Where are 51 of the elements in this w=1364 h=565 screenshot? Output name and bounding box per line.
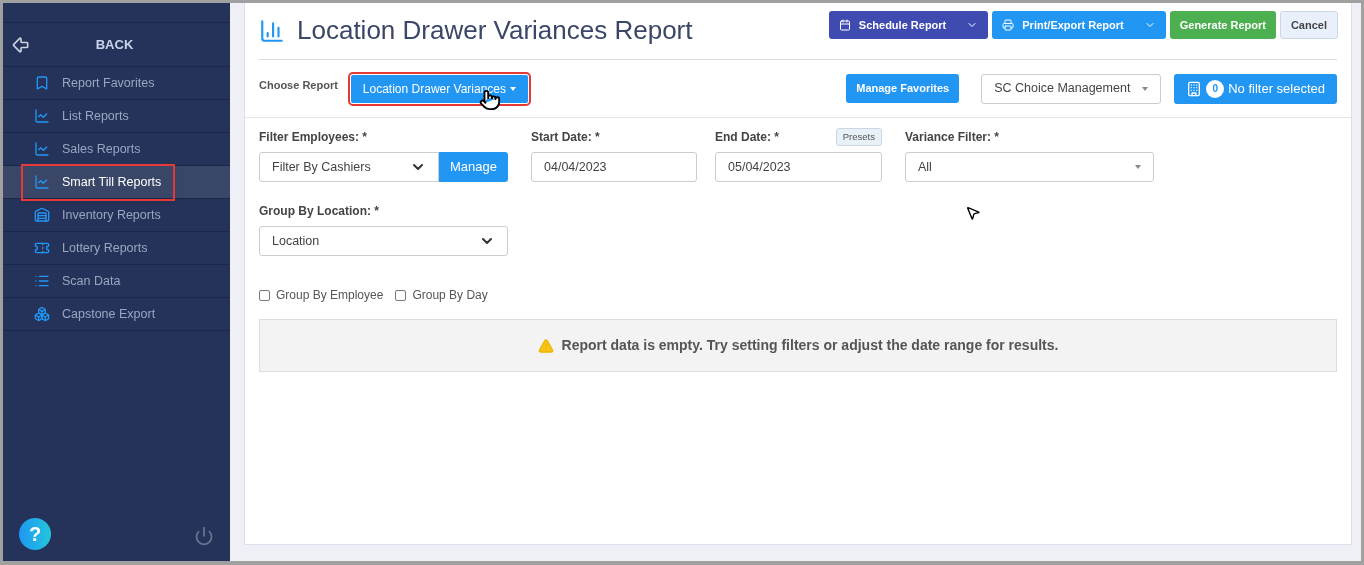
calendar-icon <box>838 19 851 31</box>
select-field[interactable]: SC Choice Management <box>981 73 1162 104</box>
sidebar-item[interactable]: Smart Till Reports <box>3 166 230 199</box>
choose-report-label: Choose Report <box>259 78 338 94</box>
checkbox-label: Group By Employee <box>276 287 384 304</box>
arrow-cursor-icon <box>965 205 981 221</box>
report-dropdown-button[interactable]: Location Drawer Variances <box>350 74 529 103</box>
sidebar-item[interactable]: Inventory Reports <box>3 199 230 232</box>
input-field[interactable]: 04/04/2023 <box>531 152 697 182</box>
notice-text: Report data is empty. Try setting filters or adjust the date range for results. <box>561 336 1059 355</box>
list-icon <box>34 273 50 289</box>
presets-button[interactable]: Presets <box>835 127 882 147</box>
line-chart-icon <box>34 108 50 124</box>
boxes-icon <box>34 306 50 322</box>
caret-icon <box>1142 86 1149 91</box>
shelf-icon <box>34 207 50 223</box>
page-title: Location Drawer Variances Report <box>297 14 693 47</box>
caret-icon <box>510 86 517 91</box>
back-link[interactable]: BACK <box>31 34 222 55</box>
line-chart-icon <box>34 174 50 190</box>
bookmark-icon <box>34 75 50 91</box>
line-chart-icon <box>34 141 50 157</box>
power-icon[interactable] <box>194 526 214 546</box>
field-label: Variance Filter: * <box>905 129 1001 146</box>
bar-chart-icon <box>259 17 285 44</box>
field-label: Filter Employees: * <box>259 129 369 146</box>
cancel-button[interactable]: Cancel <box>1279 11 1338 39</box>
checkbox[interactable] <box>395 289 407 301</box>
select-field[interactable]: Location <box>259 226 508 256</box>
checkbox[interactable] <box>259 289 270 301</box>
schedule-button[interactable]: Schedule Report <box>828 11 989 39</box>
field-label: Start Date: * <box>531 129 601 146</box>
back-arrow-icon[interactable] <box>11 34 31 55</box>
ticket-icon <box>34 240 50 256</box>
generate-button[interactable]: Generate Report <box>1169 11 1276 39</box>
field-label: Group By Location: * <box>259 203 380 220</box>
checkbox-label: Group By Day <box>412 287 488 304</box>
building-icon <box>1186 80 1203 97</box>
manage-favorites-button[interactable]: Manage Favorites <box>846 74 960 103</box>
print-button[interactable]: Print/Export Report <box>992 11 1166 39</box>
field-label: End Date: * <box>715 129 779 146</box>
location-filter-button[interactable]: 0 No filter selected <box>1174 73 1337 104</box>
select-field[interactable]: All <box>905 152 1154 182</box>
printer-icon <box>1002 19 1015 31</box>
filter-count-badge: 0 <box>1206 79 1225 98</box>
sidebar-item[interactable]: Capstone Export <box>3 298 230 331</box>
select-field[interactable]: Filter By Cashiers <box>259 152 439 182</box>
warning-icon <box>537 337 554 354</box>
caret-icon <box>1135 165 1141 169</box>
input-field[interactable]: 05/04/2023 <box>715 152 882 182</box>
manage-button[interactable]: Manage <box>439 152 508 182</box>
